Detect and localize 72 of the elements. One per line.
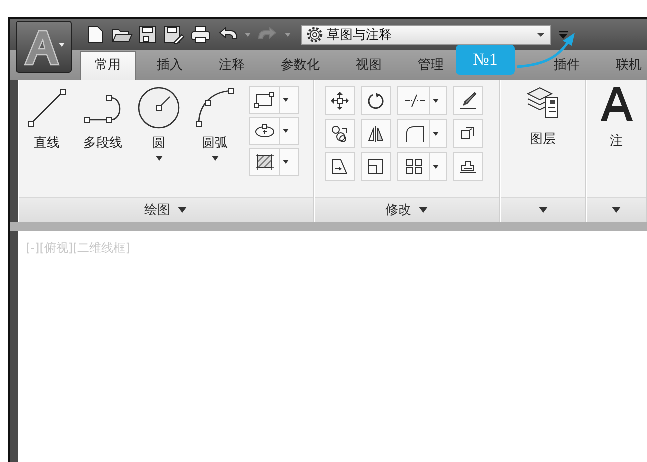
line-icon	[25, 86, 69, 130]
ribbon-tab[interactable]: 插入	[142, 51, 198, 80]
ellipse-split-button[interactable]	[249, 117, 299, 145]
move-tool-button[interactable]	[324, 86, 355, 115]
explode-tool-button[interactable]	[452, 119, 483, 148]
mirror-icon	[366, 124, 385, 142]
draw-tool-button[interactable]: 多段线	[75, 86, 131, 197]
fillet-split-button[interactable]	[396, 119, 447, 148]
caret-icon	[433, 132, 440, 136]
draw-tool-button[interactable]: 圆弧	[187, 86, 243, 197]
mirror-tool-button[interactable]	[360, 119, 391, 148]
rotate-icon	[366, 92, 385, 110]
save-icon[interactable]	[138, 24, 158, 44]
rotate-tool-button[interactable]	[360, 86, 391, 115]
panel-title: 绘图	[144, 202, 170, 219]
ribbon-tab[interactable]: 插件	[539, 51, 595, 80]
rectangle-split-button[interactable]	[249, 86, 299, 114]
explode-icon	[458, 124, 477, 142]
hatch-icon	[254, 153, 276, 171]
caret-icon[interactable]	[284, 32, 292, 38]
new-file-icon[interactable]	[86, 24, 106, 44]
caret-icon	[178, 207, 188, 213]
ribbon-tab[interactable]: 参数化	[266, 51, 335, 80]
ribbon-tab[interactable]: 常用	[80, 51, 136, 80]
ellipse-icon	[254, 122, 276, 140]
panel-title: 修改	[385, 202, 412, 219]
ribbon-tab[interactable]: 管理	[403, 51, 459, 80]
annotation-button[interactable]: 注	[587, 80, 646, 197]
fillet-icon	[404, 124, 426, 142]
draw-tool-button[interactable]: 圆	[131, 86, 187, 197]
draw-tool-button[interactable]: 直线	[19, 86, 75, 197]
text-style-icon	[600, 86, 634, 122]
ribbon-tab[interactable]: 联机	[601, 51, 647, 80]
caret-icon	[283, 98, 289, 102]
move-arrows-icon	[330, 92, 349, 110]
panel-title-bar[interactable]: 修改	[314, 197, 499, 222]
stretch-tool-button[interactable]	[324, 152, 355, 181]
application-menu-button[interactable]	[16, 21, 72, 73]
caret-icon[interactable]	[244, 32, 252, 38]
copy-tool-button[interactable]	[324, 119, 355, 148]
copy-circles-icon	[330, 124, 349, 142]
layers-icon	[526, 86, 560, 120]
caret-icon	[433, 164, 440, 168]
caret-icon	[283, 160, 289, 164]
rectangle-icon	[254, 91, 276, 109]
scale-tool-button[interactable]	[360, 152, 391, 181]
ribbon-tab[interactable]: 注释	[204, 51, 260, 80]
caret-icon	[536, 32, 546, 38]
offset-tool-button[interactable]	[452, 152, 483, 181]
eraser-icon	[458, 92, 477, 110]
stretch-icon	[330, 158, 349, 176]
customize-menu-icon[interactable]	[558, 30, 569, 40]
save-as-icon[interactable]	[163, 24, 185, 44]
caret-icon	[612, 207, 622, 213]
ribbon-tab[interactable]: 视图	[341, 51, 397, 80]
erase-tool-button[interactable]	[452, 86, 483, 115]
caret-icon	[283, 129, 289, 133]
caret-icon	[433, 98, 440, 102]
arc-icon	[193, 86, 237, 130]
panel-title-bar[interactable]: 绘图	[19, 197, 313, 222]
scale-icon	[366, 158, 385, 176]
gear-icon	[306, 26, 324, 44]
array-split-button[interactable]	[396, 152, 447, 181]
caret-icon	[538, 207, 548, 213]
callout-label: №1	[456, 45, 515, 75]
circle-icon	[137, 86, 181, 130]
caret-icon	[419, 207, 428, 213]
print-icon[interactable]	[190, 24, 212, 44]
workspace-dropdown[interactable]: 草图与注释	[301, 24, 551, 44]
trim-split-button[interactable]	[396, 86, 447, 115]
hatch-split-button[interactable]	[249, 148, 299, 176]
layers-button[interactable]: 图层	[500, 80, 586, 197]
